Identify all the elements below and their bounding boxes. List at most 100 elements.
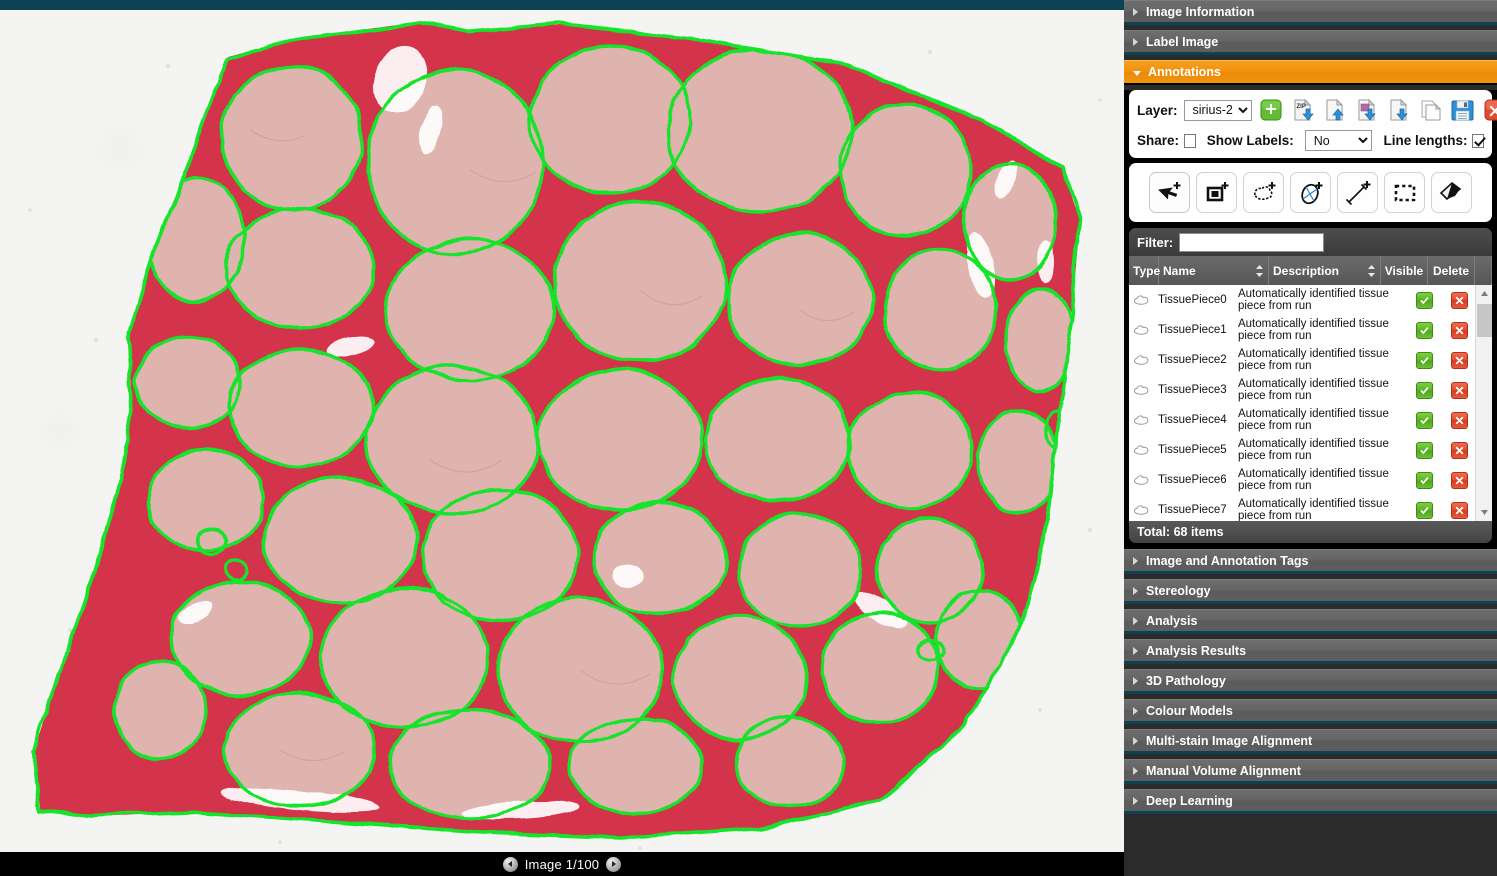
delete-x-icon[interactable]: [1451, 381, 1469, 399]
section-annotations[interactable]: Annotations: [1124, 60, 1497, 85]
rectangle-add-tool[interactable]: [1196, 172, 1237, 213]
annotation-description: Automatically identified tissue piece fr…: [1237, 407, 1389, 433]
section-image-information[interactable]: Image Information: [1124, 0, 1497, 25]
visible-check-icon[interactable]: [1415, 321, 1433, 339]
delete-x-icon[interactable]: [1451, 501, 1469, 519]
visible-check-icon[interactable]: [1415, 291, 1433, 309]
download-image-icon[interactable]: [1354, 97, 1380, 123]
delete-button[interactable]: [1442, 351, 1478, 369]
section-analysis-results[interactable]: Analysis Results: [1124, 639, 1497, 664]
annotation-name: TissuePiece3: [1158, 384, 1227, 396]
section-label: Image Information: [1146, 4, 1255, 19]
ellipse-add-tool[interactable]: [1290, 172, 1331, 213]
delete-button[interactable]: [1442, 291, 1478, 309]
delete-button[interactable]: [1442, 501, 1478, 519]
visible-check-icon[interactable]: [1415, 501, 1433, 519]
annotation-description: Automatically identified tissue piece fr…: [1237, 347, 1389, 373]
add-layer-icon[interactable]: [1258, 97, 1284, 123]
chevron-right-icon: [1133, 706, 1138, 715]
sort-toggle-icon[interactable]: [1255, 264, 1264, 278]
delete-x-icon[interactable]: [1451, 471, 1469, 489]
visible-check-icon[interactable]: [1415, 351, 1433, 369]
freehand-add-tool[interactable]: [1243, 172, 1284, 213]
chevron-right-icon: [1133, 7, 1138, 16]
section-deep-learning[interactable]: Deep Learning: [1124, 789, 1497, 814]
table-row[interactable]: TissuePiece3 Automatically identified ti…: [1129, 375, 1492, 405]
table-scrollbar[interactable]: [1475, 285, 1492, 521]
visible-check-icon[interactable]: [1415, 471, 1433, 489]
section-analysis[interactable]: Analysis: [1124, 609, 1497, 634]
visible-toggle[interactable]: [1407, 381, 1443, 399]
download-zip-icon[interactable]: ZIP: [1290, 97, 1316, 123]
scrollbar-thumb[interactable]: [1477, 304, 1492, 337]
section-image-and-annotation-tags[interactable]: Image and Annotation Tags: [1124, 549, 1497, 574]
visible-toggle[interactable]: [1407, 321, 1443, 339]
line-lengths-checkbox[interactable]: [1472, 133, 1484, 148]
visible-check-icon[interactable]: [1415, 411, 1433, 429]
delete-x-icon[interactable]: [1451, 351, 1469, 369]
table-body[interactable]: TissuePiece0 Automatically identified ti…: [1129, 285, 1492, 521]
delete-x-icon[interactable]: [1451, 411, 1469, 429]
upload-file-icon[interactable]: [1322, 97, 1348, 123]
filter-input[interactable]: [1179, 232, 1325, 252]
download-file-icon[interactable]: [1386, 97, 1412, 123]
delete-button[interactable]: [1442, 321, 1478, 339]
visible-toggle[interactable]: [1407, 471, 1443, 489]
section-stereology[interactable]: Stereology: [1124, 579, 1497, 604]
marquee-select-tool[interactable]: [1384, 172, 1425, 213]
visible-toggle[interactable]: [1407, 441, 1443, 459]
visible-toggle[interactable]: [1407, 411, 1443, 429]
table-row[interactable]: TissuePiece5 Automatically identified ti…: [1129, 435, 1492, 465]
share-checkbox[interactable]: [1184, 133, 1196, 148]
visible-toggle[interactable]: [1407, 501, 1443, 519]
next-image-icon[interactable]: [606, 856, 622, 872]
table-row[interactable]: TissuePiece1 Automatically identified ti…: [1129, 315, 1492, 345]
section-multi-stain-image-alignment[interactable]: Multi-stain Image Alignment: [1124, 729, 1497, 754]
table-row[interactable]: TissuePiece2 Automatically identified ti…: [1129, 345, 1492, 375]
ruler-add-tool[interactable]: [1337, 172, 1378, 213]
slide-viewer[interactable]: Image 1/100: [0, 0, 1124, 876]
column-header-name[interactable]: Name: [1159, 256, 1269, 285]
delete-x-icon[interactable]: [1451, 441, 1469, 459]
sort-toggle-icon[interactable]: [1367, 264, 1376, 278]
delete-x-icon[interactable]: [1451, 321, 1469, 339]
eraser-tool[interactable]: [1431, 172, 1472, 213]
save-icon[interactable]: [1450, 97, 1476, 123]
previous-image-icon[interactable]: [502, 856, 518, 872]
layer-select[interactable]: sirius-2x: [1183, 99, 1252, 121]
image-navigation-bar[interactable]: Image 1/100: [0, 852, 1124, 876]
table-row[interactable]: TissuePiece4 Automatically identified ti…: [1129, 405, 1492, 435]
delete-x-icon[interactable]: [1451, 291, 1469, 309]
delete-button[interactable]: [1442, 441, 1478, 459]
delete-button[interactable]: [1442, 471, 1478, 489]
visible-check-icon[interactable]: [1415, 381, 1433, 399]
table-row[interactable]: TissuePiece7 Automatically identified ti…: [1129, 495, 1492, 521]
delete-layer-icon[interactable]: [1482, 97, 1497, 123]
table-row[interactable]: TissuePiece0 Automatically identified ti…: [1129, 285, 1492, 315]
annotation-type-icon: [1129, 294, 1154, 306]
column-header-type[interactable]: Type: [1129, 256, 1160, 285]
delete-button[interactable]: [1442, 411, 1478, 429]
right-panel[interactable]: Image Information Label Image Annotation…: [1124, 0, 1497, 876]
section-manual-volume-alignment[interactable]: Manual Volume Alignment: [1124, 759, 1497, 784]
show-labels-label: Show Labels:: [1206, 133, 1294, 148]
chevron-right-icon: [1133, 37, 1138, 46]
section-label-image[interactable]: Label Image: [1124, 30, 1497, 55]
visible-toggle[interactable]: [1407, 351, 1443, 369]
scroll-up-icon[interactable]: [1476, 285, 1492, 302]
annotation-name: TissuePiece1: [1158, 324, 1227, 336]
show-labels-select[interactable]: No: [1304, 130, 1373, 151]
visible-check-icon[interactable]: [1415, 441, 1433, 459]
pointer-add-tool[interactable]: [1149, 172, 1190, 213]
section-colour-models[interactable]: Colour Models: [1124, 699, 1497, 724]
visible-toggle[interactable]: [1407, 291, 1443, 309]
column-header-description[interactable]: Description: [1269, 256, 1381, 285]
delete-button[interactable]: [1442, 381, 1478, 399]
annotation-name: TissuePiece6: [1158, 474, 1227, 486]
annotation-type-icon: [1129, 414, 1154, 426]
slide-canvas[interactable]: [0, 10, 1124, 852]
copy-layer-icon[interactable]: [1418, 97, 1444, 123]
table-row[interactable]: TissuePiece6 Automatically identified ti…: [1129, 465, 1492, 495]
section-3d-pathology[interactable]: 3D Pathology: [1124, 669, 1497, 694]
scroll-down-icon[interactable]: [1476, 504, 1492, 521]
